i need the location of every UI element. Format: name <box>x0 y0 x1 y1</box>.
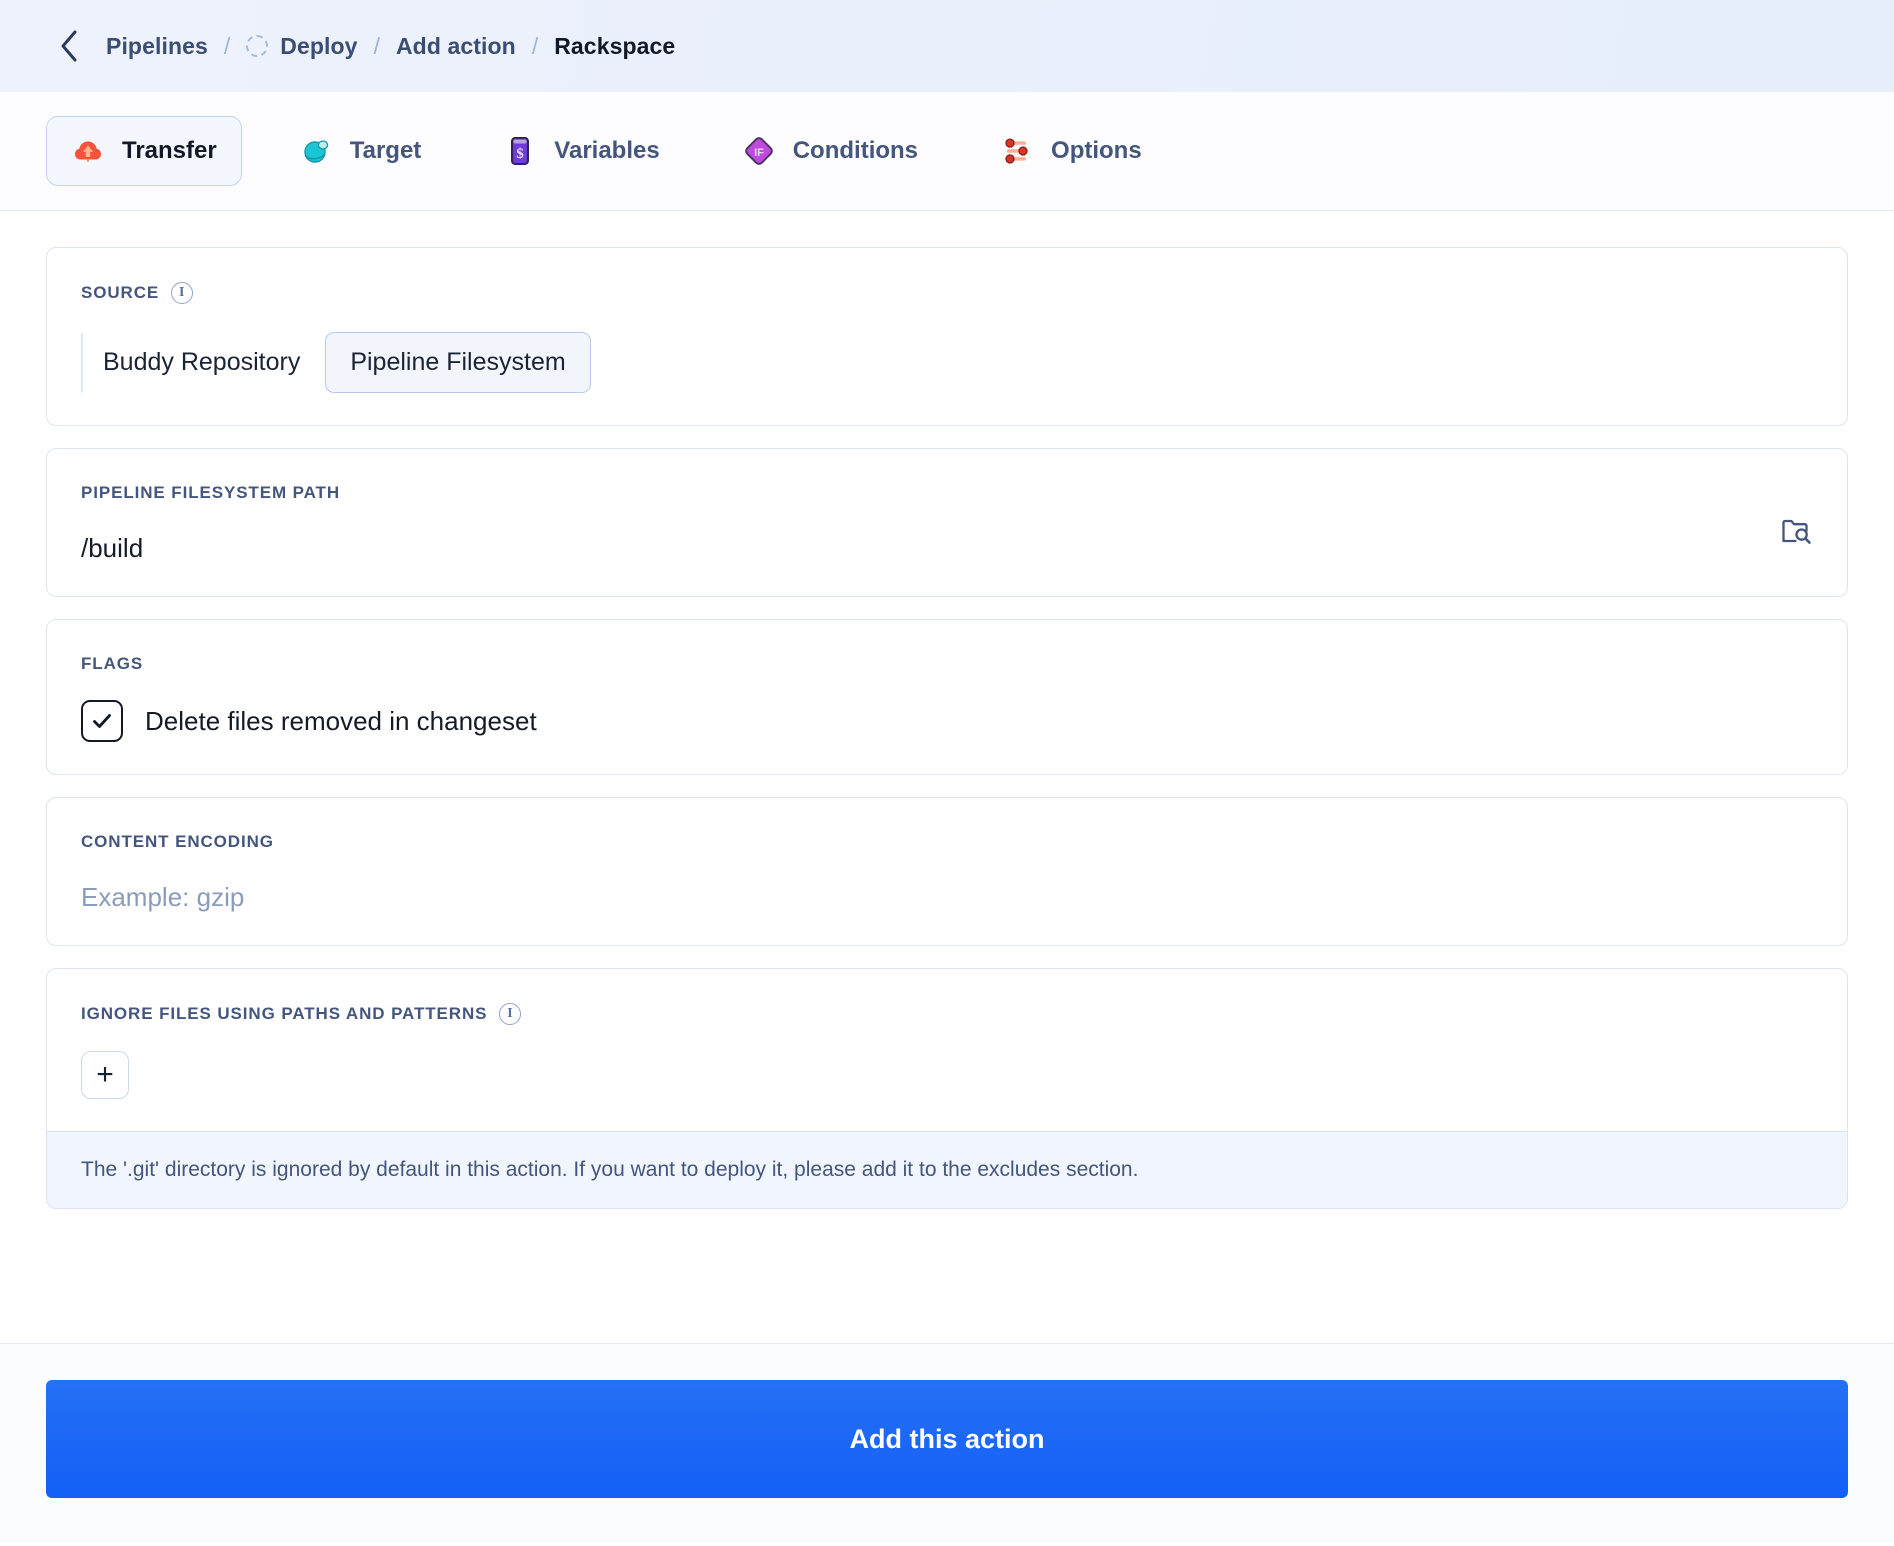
breadcrumb-separator: / <box>374 33 380 60</box>
filesystem-path-input[interactable]: /build <box>81 533 143 564</box>
tab-conditions-label: Conditions <box>793 137 918 165</box>
source-segmented-control: Buddy Repository Pipeline Filesystem <box>81 332 1813 393</box>
ignore-files-card: IGNORE FILES USING PATHS AND PATTERNS i … <box>46 968 1848 1209</box>
tab-transfer-label: Transfer <box>122 137 217 165</box>
svg-text:IF: IF <box>754 147 764 159</box>
content-encoding-label: CONTENT ENCODING <box>81 832 1813 852</box>
tab-bar: Transfer Target $ Variables IF <box>0 92 1894 211</box>
breadcrumb-separator: / <box>224 33 230 60</box>
if-diamond-icon: IF <box>742 134 776 168</box>
planet-icon <box>299 134 333 168</box>
ignore-files-label-row: IGNORE FILES USING PATHS AND PATTERNS i <box>81 1003 1813 1025</box>
footer-bar: Add this action <box>0 1343 1894 1542</box>
back-button[interactable] <box>54 31 84 61</box>
svg-text:$: $ <box>517 146 525 162</box>
ignore-files-label: IGNORE FILES USING PATHS AND PATTERNS <box>81 1004 487 1024</box>
check-icon <box>90 709 114 733</box>
tab-options-label: Options <box>1051 137 1142 165</box>
breadcrumb-separator: / <box>532 33 538 60</box>
breadcrumb-bar: Pipelines / Deploy / Add action / Racksp… <box>0 0 1894 92</box>
breadcrumb-item-add-action[interactable]: Add action <box>396 33 516 60</box>
tab-target-label: Target <box>350 137 422 165</box>
git-ignore-notice: The '.git' directory is ignored by defau… <box>47 1131 1847 1208</box>
flag-row-delete-files[interactable]: Delete files removed in changeset <box>81 700 1813 742</box>
source-label-row: SOURCE i <box>81 282 1813 304</box>
flags-label: FLAGS <box>81 654 1813 674</box>
tab-conditions[interactable]: IF Conditions <box>717 116 943 186</box>
dollar-badge-icon: $ <box>503 134 537 168</box>
flags-card: FLAGS Delete files removed in changeset <box>46 619 1848 775</box>
folder-search-icon <box>1779 514 1813 553</box>
breadcrumb-item-pipelines[interactable]: Pipelines <box>106 33 208 60</box>
source-label: SOURCE <box>81 283 159 303</box>
breadcrumb-item-deploy[interactable]: Deploy <box>246 33 357 60</box>
source-card: SOURCE i Buddy Repository Pipeline Files… <box>46 247 1848 426</box>
add-this-action-button[interactable]: Add this action <box>46 1380 1848 1498</box>
filesystem-path-card: PIPELINE FILESYSTEM PATH /build <box>46 448 1848 597</box>
dashed-circle-icon <box>246 35 268 57</box>
tab-transfer[interactable]: Transfer <box>46 116 242 186</box>
cloud-upload-icon <box>71 134 105 168</box>
tab-target[interactable]: Target <box>274 116 447 186</box>
content-encoding-card: CONTENT ENCODING Example: gzip <box>46 797 1848 946</box>
source-option-buddy-repository[interactable]: Buddy Repository <box>81 332 325 393</box>
breadcrumb-item-rackspace: Rackspace <box>554 33 675 60</box>
form-content: SOURCE i Buddy Repository Pipeline Files… <box>0 211 1894 1343</box>
browse-filesystem-button[interactable] <box>1779 514 1813 553</box>
tab-options[interactable]: Options <box>975 116 1167 186</box>
content-encoding-input[interactable]: Example: gzip <box>81 882 1813 913</box>
add-ignore-pattern-button[interactable]: + <box>81 1051 129 1099</box>
tab-variables-label: Variables <box>554 137 659 165</box>
filesystem-path-label: PIPELINE FILESYSTEM PATH <box>81 483 1813 503</box>
delete-files-checkbox[interactable] <box>81 700 123 742</box>
tab-variables[interactable]: $ Variables <box>478 116 684 186</box>
breadcrumb-item-deploy-label: Deploy <box>280 33 357 60</box>
info-icon[interactable]: i <box>171 282 193 304</box>
source-option-pipeline-filesystem[interactable]: Pipeline Filesystem <box>325 332 590 393</box>
chevron-left-icon <box>58 29 80 63</box>
delete-files-label: Delete files removed in changeset <box>145 706 537 737</box>
sliders-icon <box>1000 134 1034 168</box>
info-icon[interactable]: i <box>499 1003 521 1025</box>
